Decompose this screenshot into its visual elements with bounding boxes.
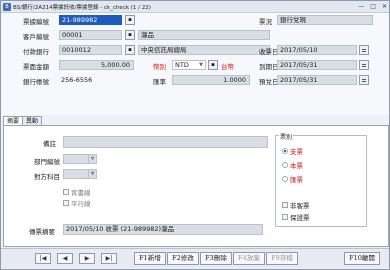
account-select[interactable]: ▼ [63, 169, 97, 179]
radio-check-label: 支票 [290, 148, 303, 156]
customer-code-field[interactable]: 00001 [59, 30, 122, 40]
receive-date-field[interactable]: 2017/05/10 [277, 45, 357, 55]
remark-field[interactable] [63, 136, 268, 148]
save-button[interactable]: F9存檔 [266, 252, 298, 265]
radio-draft-label: 匯票 [290, 176, 303, 184]
radio-dot [282, 176, 288, 182]
status-label: 票況 [259, 18, 272, 26]
window-controls: — □ ✕ [358, 3, 387, 10]
pay-bank-name-field: 中央信託局總局 [138, 45, 270, 55]
window-title: BS/銀行/2A214票據託收/票據登錄 - ck_check (1 / 22) [13, 4, 151, 11]
status-field: 銀行兌現 [277, 15, 373, 25]
calendar-icon[interactable] [359, 60, 369, 70]
endorse-checkbox-label: 背書線 [71, 189, 91, 197]
receive-date-label: 收票日 [259, 48, 279, 56]
summary-label: 傳票摘要 [29, 228, 55, 236]
close-button[interactable]: ✕ [382, 3, 387, 10]
bill-no-label: 票據編號 [23, 18, 49, 26]
prev-record-button[interactable]: ◀ [57, 253, 73, 264]
app-icon: B [3, 2, 11, 11]
currency-name: 台幣 [221, 63, 234, 71]
dept-select[interactable]: ▼ [63, 154, 97, 164]
minimize-button[interactable]: — [358, 3, 364, 10]
pay-bank-code-field[interactable]: 0010012 [59, 45, 122, 55]
chevron-down-icon: ▼ [88, 170, 96, 178]
calendar-icon[interactable] [359, 45, 369, 55]
search-icon[interactable]: ▪ [125, 15, 135, 25]
currency-label: 幣別 [153, 63, 166, 71]
first-record-button[interactable]: |◀ [35, 253, 51, 264]
pay-bank-label: 付款銀行 [23, 48, 49, 56]
currency-select[interactable]: NTD ▼ [172, 60, 206, 70]
radio-promissory-label: 本票 [290, 162, 303, 170]
header-form: 票據編號 21-989982 ▪ 票況 銀行兌現 客戶編號 00001 ▪ 瀧品… [1, 13, 389, 115]
exit-button[interactable]: F10離開 [344, 252, 380, 265]
radio-promissory[interactable]: 本票 [282, 160, 303, 170]
add-button[interactable]: F1新增 [134, 252, 166, 265]
bill-type-title: 票別 [279, 132, 294, 141]
amount-label: 票面金額 [23, 63, 49, 71]
guarantee-checkbox[interactable]: 保證票 [282, 212, 310, 222]
search-icon[interactable]: ▪ [125, 30, 135, 40]
account-label: 對方科目 [34, 173, 60, 181]
last-record-button[interactable]: ▶| [101, 253, 117, 264]
checkbox-box [63, 200, 69, 206]
calendar-icon[interactable] [359, 75, 369, 85]
rate-field[interactable]: 1.0000 [172, 75, 250, 85]
chevron-down-icon: ▼ [88, 155, 96, 163]
parallel-checkbox-label: 平行線 [71, 200, 91, 208]
maximize-button[interactable]: □ [370, 3, 376, 10]
checkbox-box [63, 189, 69, 195]
search-icon[interactable]: ▪ [208, 60, 218, 70]
bank-account-value: 256-6556 [61, 76, 93, 84]
abort-button[interactable]: F4放棄 [233, 252, 265, 265]
bottom-toolbar: |◀ ◀ ▶ ▶| F1新增 F2修改 F3刪除 F4放棄 F9存檔 F10離開 [1, 248, 389, 268]
bank-account-label: 銀行帳號 [23, 78, 49, 86]
guarantee-label: 保證票 [290, 214, 310, 222]
bill-type-group: 票別 支票 本票 匯票 非客票 保證票 [275, 132, 367, 227]
delete-button[interactable]: F3刪除 [200, 252, 232, 265]
checkbox-box [282, 214, 288, 220]
radio-dot [282, 148, 288, 154]
expect-date-label: 預兌日 [259, 78, 279, 86]
endorse-checkbox[interactable]: 背書線 [63, 187, 91, 197]
customer-name-field: 瀧品 [138, 30, 270, 40]
dept-label: 部門編號 [34, 158, 60, 166]
not-customer-bill-label: 非客票 [290, 202, 310, 210]
app-window: B BS/銀行/2A214票據託收/票據登錄 - ck_check (1 / 2… [0, 0, 390, 270]
edit-button[interactable]: F2修改 [167, 252, 199, 265]
bill-no-field[interactable]: 21-989982 [59, 15, 122, 25]
radio-check[interactable]: 支票 [282, 146, 303, 156]
next-record-button[interactable]: ▶ [79, 253, 95, 264]
amount-field[interactable]: 5,000.00 [59, 60, 134, 70]
expect-date-field[interactable]: 2017/05/31 [277, 75, 357, 85]
due-date-field[interactable]: 2017/05/31 [277, 60, 357, 70]
customer-label: 客戶編號 [23, 33, 49, 41]
remark-label: 備註 [43, 140, 56, 148]
due-date-label: 到期日 [259, 63, 279, 71]
rate-label: 匯率 [153, 78, 166, 86]
search-icon[interactable]: ▪ [125, 45, 135, 55]
radio-dot [282, 162, 288, 168]
title-bar: B BS/銀行/2A214票據託收/票據登錄 - ck_check (1 / 2… [1, 1, 389, 13]
currency-value: NTD [175, 61, 189, 69]
parallel-checkbox[interactable]: 平行線 [63, 198, 91, 208]
checkbox-box [282, 202, 288, 208]
summary-field[interactable]: 2017/05/10 收票 (21-989982)瀧品 [63, 224, 263, 235]
chevron-down-icon: ▼ [199, 62, 203, 68]
radio-draft[interactable]: 匯票 [282, 174, 303, 184]
not-customer-bill-checkbox[interactable]: 非客票 [282, 200, 310, 210]
